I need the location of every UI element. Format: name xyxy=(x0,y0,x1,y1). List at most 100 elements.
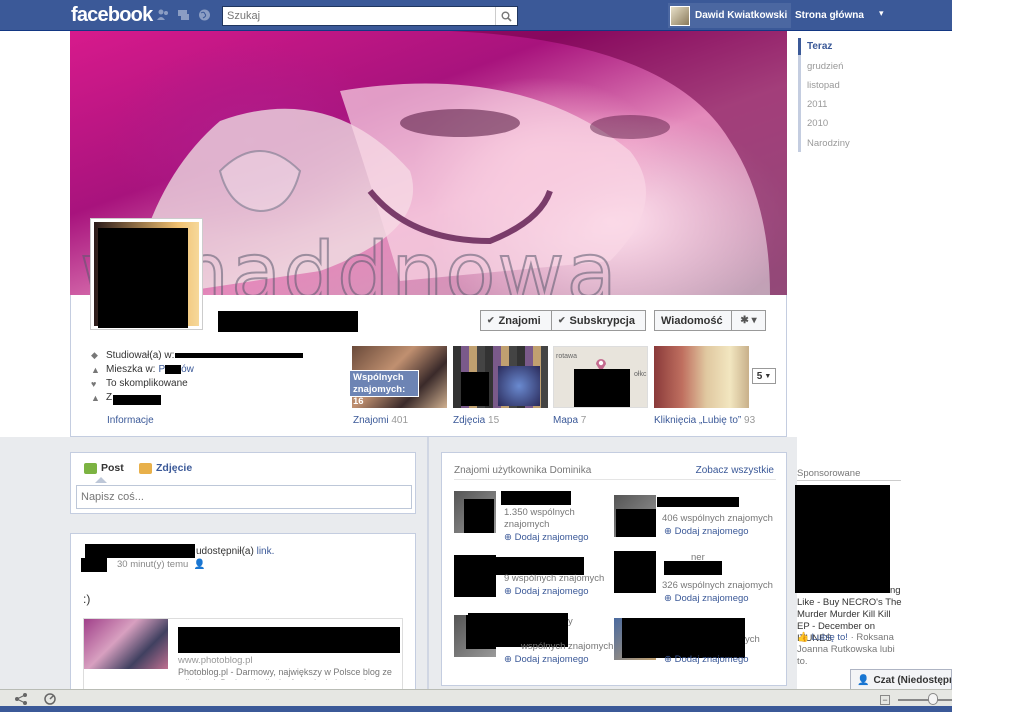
home-link[interactable]: Strona główna xyxy=(795,10,864,21)
timeline-nav-birth[interactable]: Narodziny xyxy=(807,138,850,149)
post-header: udostępnił(a) link. xyxy=(196,546,274,557)
post-composer: Post Zdjęcie Napisz coś... xyxy=(70,452,416,514)
composer-placeholder: Napisz coś... xyxy=(81,491,144,503)
add-friend-icon: ⊕ xyxy=(664,593,675,604)
chevron-down-icon: ▼ xyxy=(764,372,772,380)
link-description: Photoblog.pl - Darmowy, największy w Pol… xyxy=(178,667,392,680)
speedometer-icon[interactable] xyxy=(44,693,56,705)
add-friend-button[interactable]: ⊕ Dodaj znajomego xyxy=(504,654,589,665)
message-button[interactable]: Wiadomość xyxy=(654,310,732,331)
redacted-block xyxy=(461,372,489,406)
redacted-block xyxy=(98,228,188,328)
profile-picture[interactable] xyxy=(90,218,203,330)
zoom-out-icon[interactable]: − xyxy=(880,695,890,705)
notifications-globe-icon[interactable] xyxy=(198,9,211,21)
timeline-nav-2010[interactable]: 2010 xyxy=(807,118,828,129)
mutual-friends-overlay: Wspólnych znajomych: 16 xyxy=(349,370,419,407)
mutual-friends-count: 326 wspólnych znajomych xyxy=(662,580,773,591)
post-action-text: udostępnił(a) xyxy=(196,546,254,557)
friend-photo[interactable] xyxy=(454,555,496,597)
info-lives: ▲ Mieszka w: P ów xyxy=(91,364,194,375)
ad-like-link[interactable]: Lubię to! xyxy=(811,632,847,643)
link-thumbnail xyxy=(84,619,168,669)
add-friend-button[interactable]: ⊕ Dodaj znajomego xyxy=(664,654,749,665)
timeline-spine xyxy=(427,437,429,697)
mutual-friends-count: 406 wspólnych znajomych xyxy=(662,513,773,524)
add-friend-label: Dodaj znajomego xyxy=(514,654,589,665)
search-button[interactable] xyxy=(495,7,517,25)
user-name: Dawid Kwiatkowski xyxy=(695,10,788,21)
post-timestamp[interactable]: 30 minut(y) temu 👤 xyxy=(117,559,206,570)
zoom-slider-handle[interactable] xyxy=(928,693,938,705)
redacted-block xyxy=(113,395,161,405)
see-all-link[interactable]: Zobacz wszystkie xyxy=(696,465,774,476)
timeline-nav-november[interactable]: listopad xyxy=(807,80,840,91)
add-friend-label: Dodaj znajomego xyxy=(514,586,589,597)
facebook-logo[interactable]: facebook xyxy=(71,4,153,27)
likes-tile-text: Kliknięcia „Lubię to” xyxy=(654,415,742,426)
search-icon xyxy=(501,11,512,22)
friends-button[interactable]: ✔ Znajomi xyxy=(480,310,552,331)
redacted-name xyxy=(657,497,739,507)
more-tiles-button[interactable]: 5 ▼ xyxy=(752,368,776,384)
checkmark-icon: ✔ xyxy=(487,315,495,325)
timeline-nav-track xyxy=(798,38,801,152)
redacted-name xyxy=(501,491,571,505)
photos-tile[interactable] xyxy=(453,346,548,408)
map-tile-label[interactable]: Mapa 7 xyxy=(553,415,586,426)
messages-icon[interactable] xyxy=(177,9,190,21)
map-city-label: ołkc xyxy=(634,371,647,378)
photo-thumbnail xyxy=(498,366,540,406)
thumbs-up-icon: 👍 xyxy=(797,632,809,643)
friends-tile-label[interactable]: Znajomi 401 xyxy=(353,415,408,426)
friends-count: 401 xyxy=(391,415,409,426)
subscribe-button[interactable]: ✔ Subskrypcja xyxy=(551,310,646,331)
add-friend-button[interactable]: ⊕ Dodaj znajomego xyxy=(504,532,589,543)
redacted-block xyxy=(464,499,494,533)
chat-tab[interactable]: 👤 Czat (Niedostępny) xyxy=(850,669,952,690)
redacted-block xyxy=(178,627,400,653)
photos-tile-label[interactable]: Zdjęcia 15 xyxy=(453,415,499,426)
likes-tile[interactable] xyxy=(654,346,749,408)
tab-post-label: Post xyxy=(101,462,124,474)
info-relationship-label: To skomplikowane xyxy=(106,378,188,389)
composer-input[interactable]: Napisz coś... xyxy=(76,485,412,509)
gear-menu-button[interactable]: ✱ ▾ xyxy=(731,310,766,331)
info-lives-fragment-end[interactable]: ów xyxy=(181,364,194,375)
redacted-name xyxy=(664,561,722,575)
timeline-nav-now[interactable]: Teraz xyxy=(807,41,832,52)
house-icon: ▲ xyxy=(91,392,100,403)
zoom-slider[interactable] xyxy=(898,699,952,701)
add-friend-button[interactable]: ⊕ Dodaj znajomego xyxy=(664,526,749,537)
add-friend-button[interactable]: ⊕ Dodaj znajomego xyxy=(664,593,749,604)
add-friend-label: Dodaj znajomego xyxy=(514,532,589,543)
map-city-label: rotawa xyxy=(556,353,578,360)
post-body: :) xyxy=(83,592,91,606)
timeline-nav-2011[interactable]: 2011 xyxy=(807,99,827,110)
friend-photo[interactable] xyxy=(614,551,656,593)
share-network-icon[interactable] xyxy=(14,693,28,705)
status-icon xyxy=(84,462,97,474)
tab-post[interactable]: Post xyxy=(84,462,124,474)
info-lives-fragment[interactable]: P xyxy=(158,364,165,375)
friend-requests-icon[interactable] xyxy=(156,9,169,21)
add-friend-button[interactable]: ⊕ Dodaj znajomego xyxy=(504,586,589,597)
likes-tile-label[interactable]: Kliknięcia „Lubię to” 93 xyxy=(654,415,755,426)
search-box xyxy=(222,6,518,26)
search-input[interactable] xyxy=(223,7,493,25)
info-link[interactable]: Informacje xyxy=(107,415,154,426)
friends-tile-text: Znajomi xyxy=(353,415,389,426)
map-tile[interactable]: rotawa ołkc xyxy=(553,346,648,408)
timeline-nav-active-indicator xyxy=(798,38,801,55)
profile-link[interactable]: Dawid Kwiatkowski xyxy=(668,3,791,28)
friend-photo[interactable] xyxy=(614,495,656,537)
composer-caret xyxy=(95,477,107,483)
friend-photo[interactable] xyxy=(454,491,496,533)
redacted-avatar xyxy=(81,558,107,572)
timeline-nav-december[interactable]: grudzień xyxy=(807,61,843,72)
tab-photo[interactable]: Zdjęcie xyxy=(139,462,192,474)
friends-tile[interactable]: Wspólnych znajomych: 16 xyxy=(349,346,447,408)
post-link-word[interactable]: link. xyxy=(257,546,275,557)
account-menu-arrow-icon[interactable]: ▾ xyxy=(879,8,884,19)
photos-count: 15 xyxy=(488,415,500,426)
